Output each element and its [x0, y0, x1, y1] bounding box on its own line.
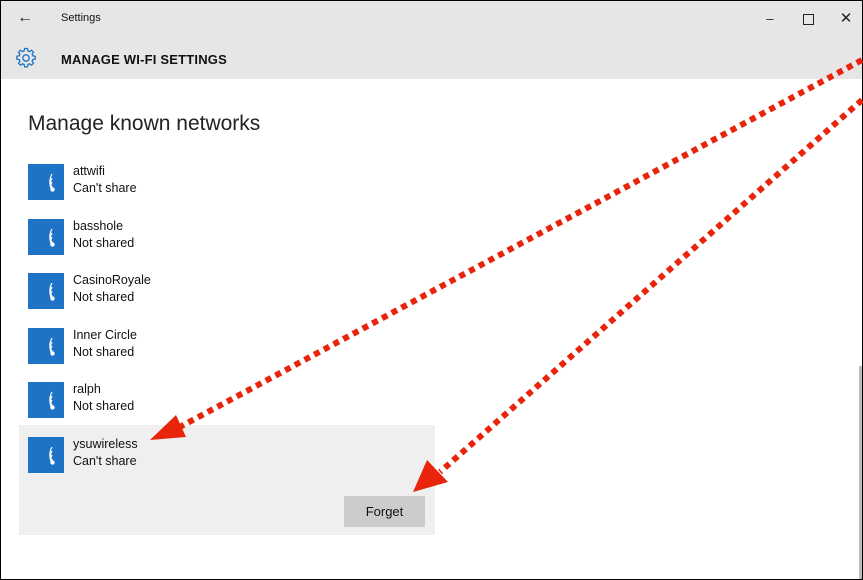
settings-window: ← Settings – ✕ MANAGE WI-FI SETTINGS Man…: [0, 0, 863, 580]
network-item-casinoroyale[interactable]: CasinoRoyale Not shared: [28, 273, 328, 313]
gear-icon: [16, 47, 36, 68]
network-status: Can't share: [73, 454, 137, 468]
network-status: Not shared: [73, 345, 135, 359]
window-title: Settings: [61, 12, 101, 24]
network-name: ysuwireless: [73, 437, 138, 451]
maximize-button[interactable]: [798, 9, 818, 29]
network-item-attwifi[interactable]: attwifi Can't share: [28, 164, 328, 204]
network-name: basshole: [73, 219, 124, 233]
back-arrow-icon[interactable]: ←: [15, 8, 35, 28]
network-name: attwifi: [73, 164, 105, 178]
page-title: Manage known networks: [28, 112, 261, 135]
network-status: Not shared: [73, 290, 135, 304]
network-status: Can't share: [73, 181, 137, 195]
network-status: Not shared: [73, 399, 135, 413]
minimize-button[interactable]: –: [760, 9, 780, 29]
wifi-icon: [28, 328, 64, 364]
network-name: Inner Circle: [73, 328, 137, 342]
network-name: ralph: [73, 382, 101, 396]
header-title: MANAGE WI-FI SETTINGS: [61, 52, 227, 67]
wifi-icon: [28, 219, 64, 255]
network-item-ysuwireless[interactable]: ysuwireless Can't share: [28, 437, 328, 477]
forget-button[interactable]: Forget: [344, 496, 425, 527]
network-name: CasinoRoyale: [73, 273, 151, 287]
wifi-icon: [28, 437, 64, 473]
network-item-ralph[interactable]: ralph Not shared: [28, 382, 328, 422]
network-item-inner-circle[interactable]: Inner Circle Not shared: [28, 328, 328, 368]
wifi-icon: [28, 273, 64, 309]
scrollbar[interactable]: [859, 366, 862, 579]
wifi-icon: [28, 164, 64, 200]
page-header: MANAGE WI-FI SETTINGS: [1, 39, 862, 79]
network-status: Not shared: [73, 236, 135, 250]
title-bar: ← Settings – ✕: [1, 1, 862, 39]
network-item-basshole[interactable]: basshole Not shared: [28, 219, 328, 259]
maximize-icon: [802, 14, 814, 26]
close-button[interactable]: ✕: [836, 9, 856, 29]
wifi-icon: [28, 382, 64, 418]
